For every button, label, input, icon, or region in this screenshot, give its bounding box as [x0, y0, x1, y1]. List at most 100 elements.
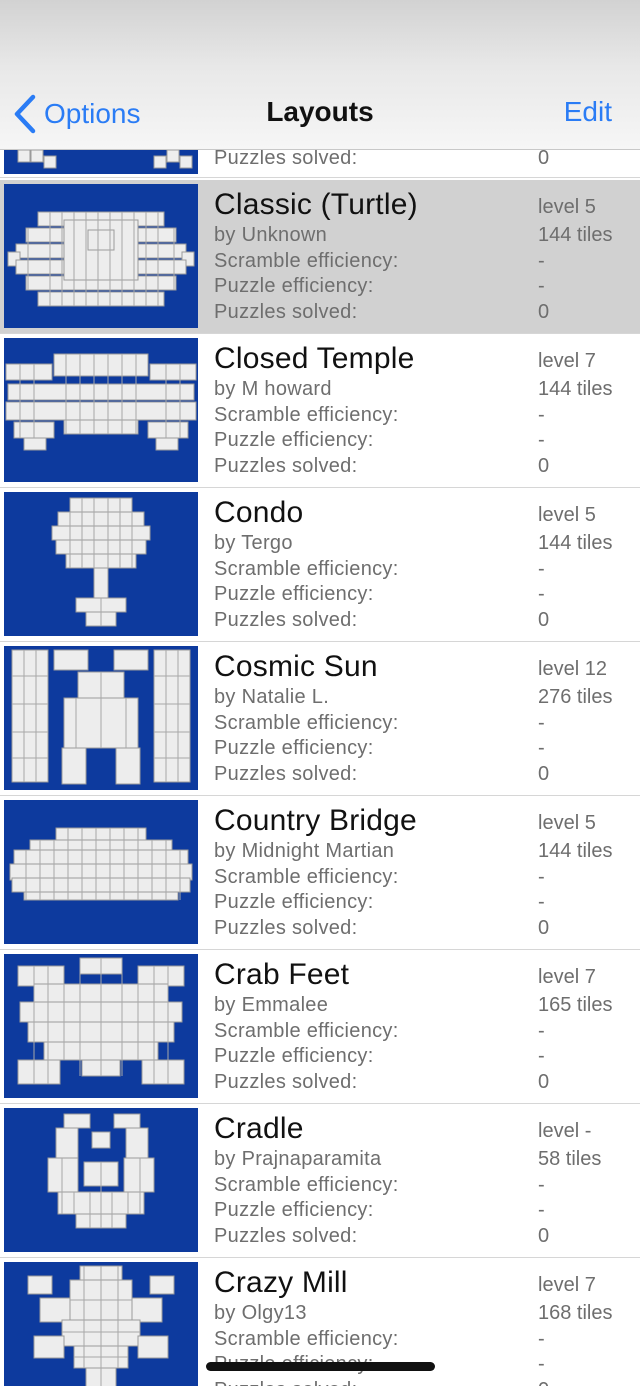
scramble-label: Scramble efficiency: [214, 250, 399, 272]
solved-label: Puzzles solved: [214, 301, 358, 323]
scramble-value: - [538, 1174, 545, 1196]
condo-layout-image [51, 497, 151, 627]
layout-name: Crab Feet [214, 958, 350, 991]
layout-thumbnail [4, 184, 198, 328]
puzzle-label: Puzzle efficiency: [214, 275, 374, 297]
layouts-list[interactable]: Puzzles solved: 0 Classic (Turtle) by Un… [0, 150, 640, 1386]
layout-thumbnail [4, 1108, 198, 1252]
solved-value: 0 [538, 1071, 550, 1093]
solved-label: Puzzles solved: [214, 763, 358, 785]
list-item[interactable]: Cosmic Sun by Natalie L. Scramble effici… [0, 642, 640, 796]
layout-level: level - [538, 1120, 592, 1142]
layout-tiles: 144 tiles [538, 224, 613, 246]
solved-label: Puzzles solved: [214, 917, 358, 939]
layout-thumbnail [4, 1262, 198, 1386]
scramble-value: - [538, 712, 545, 734]
solved-value: 0 [538, 1225, 550, 1247]
layout-level: level 5 [538, 196, 596, 218]
list-item[interactable]: Cradle by Prajnaparamita Scramble effici… [0, 1104, 640, 1258]
layout-level: level 7 [538, 966, 596, 988]
puzzle-value: - [538, 429, 545, 451]
puzzle-value: - [538, 583, 545, 605]
layout-thumbnail [4, 150, 198, 174]
layout-author: by Unknown [214, 224, 328, 246]
solved-label: Puzzles solved: [214, 609, 358, 631]
solved-label: Puzzles solved: [214, 1071, 358, 1093]
scramble-label: Scramble efficiency: [214, 1174, 399, 1196]
layout-name: Condo [214, 496, 304, 529]
scramble-value: - [538, 866, 545, 888]
cosmic-sun-layout-image [11, 649, 191, 785]
layout-author: by Natalie L. [214, 686, 330, 708]
crab-feet-layout-image [17, 957, 185, 1085]
scramble-label: Scramble efficiency: [214, 1328, 399, 1350]
scramble-value: - [538, 1020, 545, 1042]
country-bridge-layout-image [9, 827, 193, 901]
layout-tiles: 168 tiles [538, 1302, 613, 1324]
list-item[interactable]: Classic (Turtle) by Unknown Scramble eff… [0, 180, 640, 334]
scramble-label: Scramble efficiency: [214, 712, 399, 734]
list-item[interactable]: Closed Temple by M howard Scramble effic… [0, 334, 640, 488]
layout-tiles: 144 tiles [538, 378, 613, 400]
layout-name: Crazy Mill [214, 1266, 348, 1299]
list-item[interactable]: Country Bridge by Midnight Martian Scram… [0, 796, 640, 950]
turtle-layout-image [7, 211, 195, 307]
puzzle-value: - [538, 1199, 545, 1221]
navigation-bar: Options Layouts Edit [0, 0, 640, 150]
puzzle-label: Puzzle efficiency: [214, 891, 374, 913]
layout-name: Classic (Turtle) [214, 188, 418, 221]
list-item[interactable]: Crab Feet by Emmalee Scramble efficiency… [0, 950, 640, 1104]
layout-author: by Prajnaparamita [214, 1148, 382, 1170]
scramble-value: - [538, 1328, 545, 1350]
scramble-label: Scramble efficiency: [214, 404, 399, 426]
puzzle-value: - [538, 1353, 545, 1375]
solved-value: 0 [538, 1379, 549, 1386]
puzzle-value: - [538, 275, 545, 297]
puzzle-label: Puzzle efficiency: [214, 1199, 374, 1221]
layout-tiles: 165 tiles [538, 994, 613, 1016]
page-title: Layouts [266, 96, 374, 127]
edit-button[interactable]: Edit [564, 96, 612, 128]
solved-label: Puzzles solved: [214, 1379, 357, 1386]
crazy-mill-layout-image [27, 1265, 175, 1386]
solved-value: 0 [538, 150, 550, 169]
puzzle-label: Puzzle efficiency: [214, 737, 374, 759]
puzzle-value: - [538, 737, 545, 759]
layout-thumbnail [4, 646, 198, 790]
scramble-label: Scramble efficiency: [214, 558, 399, 580]
layout-level: level 5 [538, 812, 596, 834]
layout-level: level 7 [538, 1274, 596, 1296]
layout-thumbnail [4, 338, 198, 482]
layout-tiles: 276 tiles [538, 686, 613, 708]
layout-thumbnail [4, 492, 198, 636]
solved-value: 0 [538, 609, 550, 631]
layout-level: level 12 [538, 658, 607, 680]
layout-author: by M howard [214, 378, 332, 400]
solved-label: Puzzles solved: [214, 455, 358, 477]
layout-author: by Tergo [214, 532, 293, 554]
layout-name: Closed Temple [214, 342, 415, 375]
layout-tiles: 144 tiles [538, 532, 613, 554]
layout-author: by Olgy13 [214, 1302, 307, 1324]
layout-level: level 5 [538, 504, 596, 526]
solved-label: Puzzles solved: [214, 150, 358, 169]
scramble-value: - [538, 404, 545, 426]
solved-value: 0 [538, 763, 550, 785]
puzzle-label: Puzzle efficiency: [214, 583, 374, 605]
puzzle-label: Puzzle efficiency: [214, 1045, 374, 1067]
scramble-label: Scramble efficiency: [214, 1020, 399, 1042]
solved-value: 0 [538, 455, 550, 477]
layout-name: Country Bridge [214, 804, 417, 837]
solved-value: 0 [538, 917, 550, 939]
layout-author: by Emmalee [214, 994, 329, 1016]
list-item-partial[interactable]: Puzzles solved: 0 [0, 150, 640, 178]
scramble-value: - [538, 558, 545, 580]
layout-author: by Midnight Martian [214, 840, 395, 862]
home-indicator[interactable] [206, 1362, 435, 1371]
solved-value: 0 [538, 301, 550, 323]
layout-name: Cradle [214, 1112, 304, 1145]
scramble-value: - [538, 250, 545, 272]
solved-label: Puzzles solved: [214, 1225, 358, 1247]
puzzle-value: - [538, 891, 545, 913]
list-item[interactable]: Condo by Tergo Scramble efficiency: Puzz… [0, 488, 640, 642]
